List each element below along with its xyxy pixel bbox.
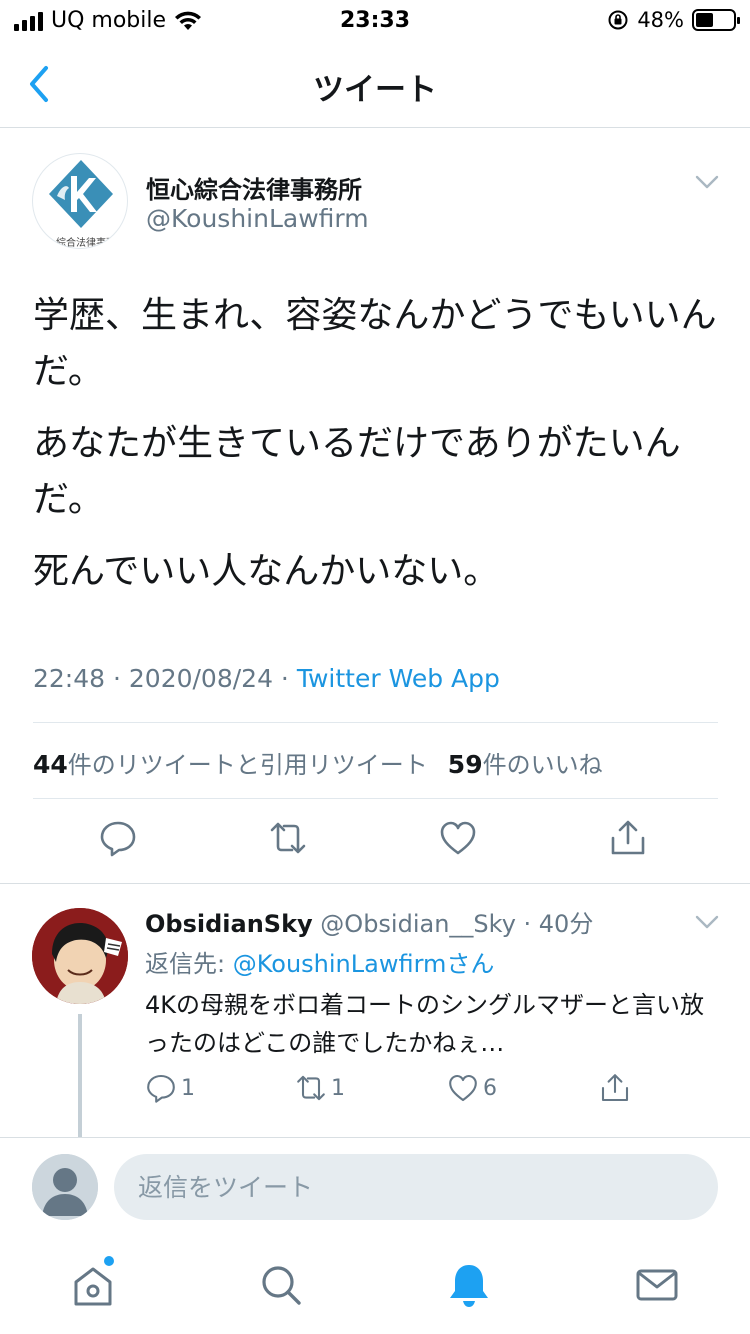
heart-icon bbox=[449, 1074, 477, 1102]
tweet-paragraph: あなたが生きているだけでありがたいんだ。 bbox=[33, 423, 681, 520]
like-label: 件のいいね bbox=[482, 751, 603, 779]
share-icon bbox=[601, 1074, 629, 1102]
tweet-timestamp: 22:48 · 2020/08/24 · Twitter Web App bbox=[33, 664, 500, 693]
chevron-down-icon[interactable] bbox=[694, 172, 720, 192]
tweet-actions bbox=[0, 818, 750, 868]
tweet-paragraph: 死んでいい人なんかいない。 bbox=[33, 551, 500, 592]
retweet-stat[interactable]: 44件のリツイートと引用リツイート bbox=[33, 745, 428, 780]
avatar[interactable] bbox=[32, 908, 128, 1004]
like-stat[interactable]: 59件のいいね bbox=[448, 745, 603, 780]
reply-actions: 1 1 6 bbox=[145, 1072, 665, 1108]
reply-to-prefix: 返信先: bbox=[145, 950, 233, 978]
like-count: 59 bbox=[447, 750, 483, 779]
envelope-icon[interactable] bbox=[632, 1260, 682, 1310]
reply-count: 1 bbox=[181, 1075, 195, 1101]
home-icon[interactable] bbox=[68, 1260, 118, 1310]
tweet-text: 学歴、生まれ、容姿なんかどうでもいいんだ。 あなたが生きているだけでありがたいん… bbox=[33, 288, 723, 616]
retweet-count: 1 bbox=[331, 1075, 345, 1101]
status-bar: UQ mobile 23:33 48% bbox=[0, 0, 750, 42]
reply-composer bbox=[0, 1138, 750, 1238]
avatar[interactable]: 恒心綜合法律事務所 bbox=[32, 153, 128, 249]
battery-icon bbox=[692, 9, 740, 31]
timestamp-text: 22:48 · 2020/08/24 · bbox=[33, 664, 297, 693]
retweet-count: 44 bbox=[33, 750, 68, 779]
reply-to: 返信先: @KoushinLawfirmさん bbox=[145, 944, 494, 979]
reply-to-mention[interactable]: @KoushinLawfirmさん bbox=[233, 950, 495, 978]
reply-retweet-button[interactable]: 1 bbox=[295, 1072, 345, 1104]
tweet-stats: 44件のリツイートと引用リツイート 59件のいいね bbox=[33, 745, 623, 780]
search-icon[interactable] bbox=[256, 1260, 306, 1310]
reply-like-button[interactable]: 6 bbox=[447, 1072, 497, 1104]
retweet-label: 件のリツイートと引用リツイート bbox=[67, 751, 428, 779]
reply-tweet[interactable]: ObsidianSky @Obsidian__Sky · 40分 返信先: @K… bbox=[0, 884, 750, 1138]
default-avatar-icon bbox=[32, 1154, 98, 1220]
retweet-icon bbox=[297, 1075, 325, 1101]
retweet-icon[interactable] bbox=[268, 818, 308, 858]
reply-input[interactable] bbox=[114, 1154, 718, 1220]
page-title: ツイート bbox=[313, 72, 437, 108]
source-link[interactable]: Twitter Web App bbox=[297, 664, 500, 693]
battery-fill bbox=[696, 13, 714, 27]
bell-icon[interactable] bbox=[444, 1260, 494, 1310]
svg-text:恒心綜合法律事務所: 恒心綜合法律事務所 bbox=[36, 236, 126, 249]
thread-line bbox=[78, 1014, 82, 1138]
reply-author-name[interactable]: ObsidianSky bbox=[145, 910, 313, 938]
reply-header: ObsidianSky @Obsidian__Sky · 40分 bbox=[145, 904, 593, 939]
divider bbox=[33, 798, 718, 799]
nav-bar: ツイート bbox=[0, 42, 750, 128]
avatar[interactable] bbox=[32, 1154, 98, 1220]
reply-text: 4Kの母親をボロ着コートのシングルマザーと言い放ったのはどこの誰でしたかねぇ… bbox=[145, 991, 705, 1057]
author-name[interactable]: 恒心綜合法律事務所 bbox=[146, 170, 362, 205]
reply-comment-button[interactable]: 1 bbox=[145, 1072, 195, 1104]
reply-share-button[interactable] bbox=[599, 1072, 631, 1104]
law-firm-logo-icon: 恒心綜合法律事務所 bbox=[36, 160, 126, 249]
comment-icon bbox=[147, 1074, 175, 1103]
author-handle[interactable]: @KoushinLawfirm bbox=[146, 204, 369, 233]
heart-icon[interactable] bbox=[438, 818, 478, 858]
comment-icon[interactable] bbox=[98, 818, 138, 858]
home-notification-dot bbox=[104, 1256, 114, 1266]
battery-percent: 48% bbox=[637, 8, 684, 32]
tweet-paragraph: 学歴、生まれ、容姿なんかどうでもいいんだ。 bbox=[33, 295, 717, 392]
tab-bar bbox=[0, 1238, 750, 1334]
orientation-lock-icon bbox=[608, 10, 628, 30]
reply-handle-time: @Obsidian__Sky · 40分 bbox=[312, 910, 594, 938]
like-count: 6 bbox=[483, 1075, 497, 1101]
share-icon[interactable] bbox=[608, 818, 648, 858]
divider bbox=[33, 722, 718, 723]
user-avatar-icon bbox=[32, 908, 128, 1004]
status-right: 48% bbox=[607, 8, 740, 32]
chevron-down-icon[interactable] bbox=[694, 912, 720, 932]
